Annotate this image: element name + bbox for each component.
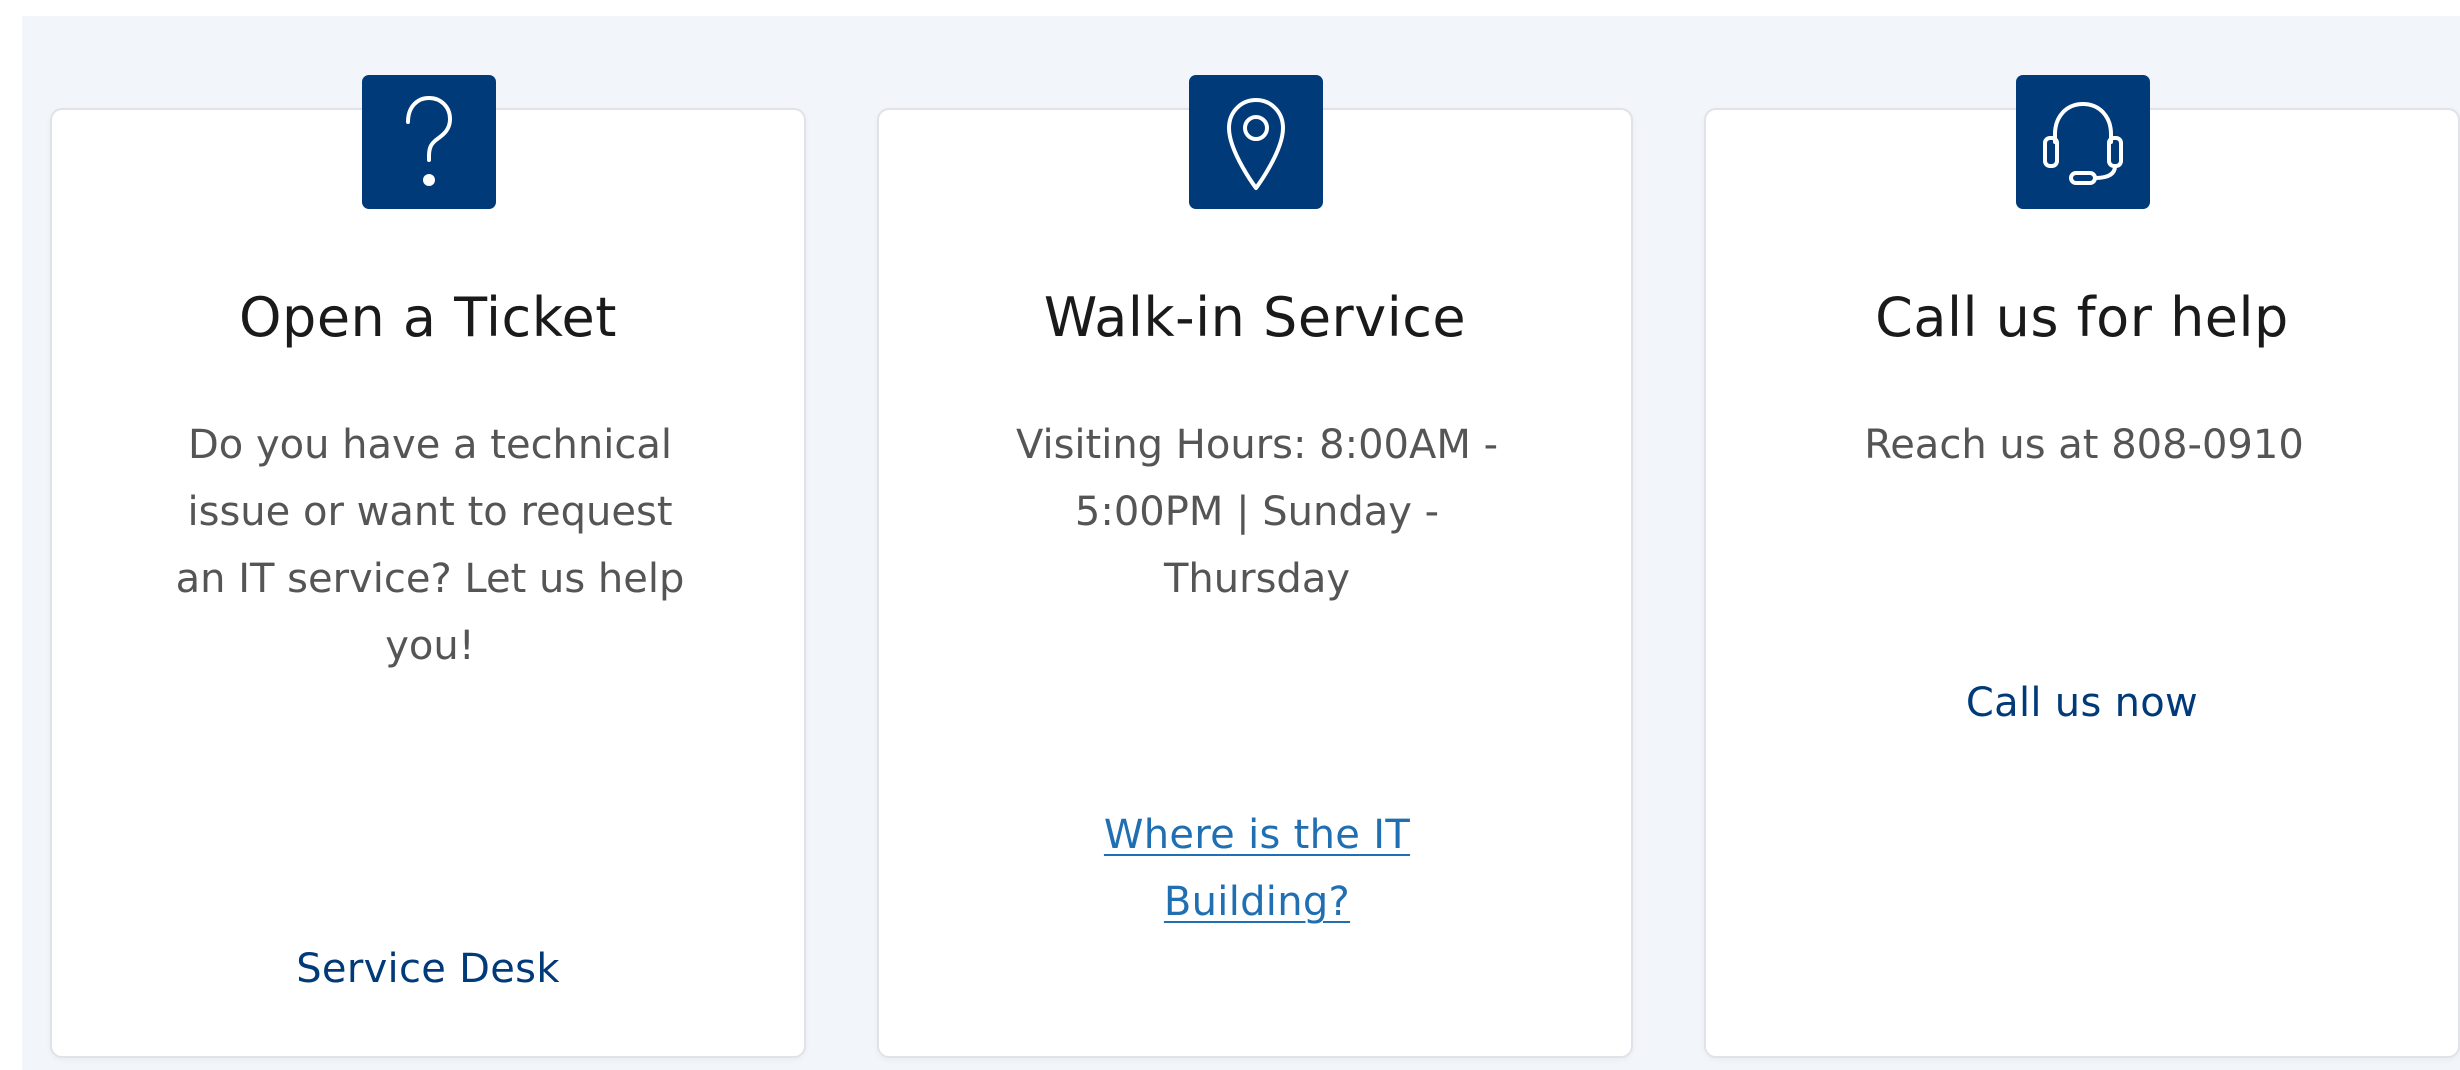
card-description: Visiting Hours: 8:00AM - 5:00PM | Sunday…	[1015, 422, 1499, 602]
headset-icon	[2016, 75, 2150, 209]
card-title: Walk-in Service	[1043, 286, 1467, 349]
card-walk-in-service: Walk-in Service Visiting Hours: 8:00AM -…	[877, 108, 1633, 1058]
call-us-now-link[interactable]: Call us now	[1706, 670, 2458, 737]
question-icon	[362, 75, 496, 209]
service-desk-link[interactable]: Service Desk	[52, 936, 804, 1003]
location-pin-icon	[1189, 75, 1323, 209]
card-call-us: Call us for help Reach us at 808-0910 Ca…	[1704, 108, 2460, 1058]
it-building-location-link[interactable]: Where is the IT Building?	[1067, 802, 1447, 936]
card-description: Reach us at 808-0910	[1864, 422, 2304, 468]
card-title: Open a Ticket	[239, 286, 617, 349]
card-description: Do you have a technical issue or want to…	[175, 422, 685, 669]
card-open-ticket: Open a Ticket Do you have a technical is…	[50, 108, 806, 1058]
card-title: Call us for help	[1875, 286, 2289, 349]
